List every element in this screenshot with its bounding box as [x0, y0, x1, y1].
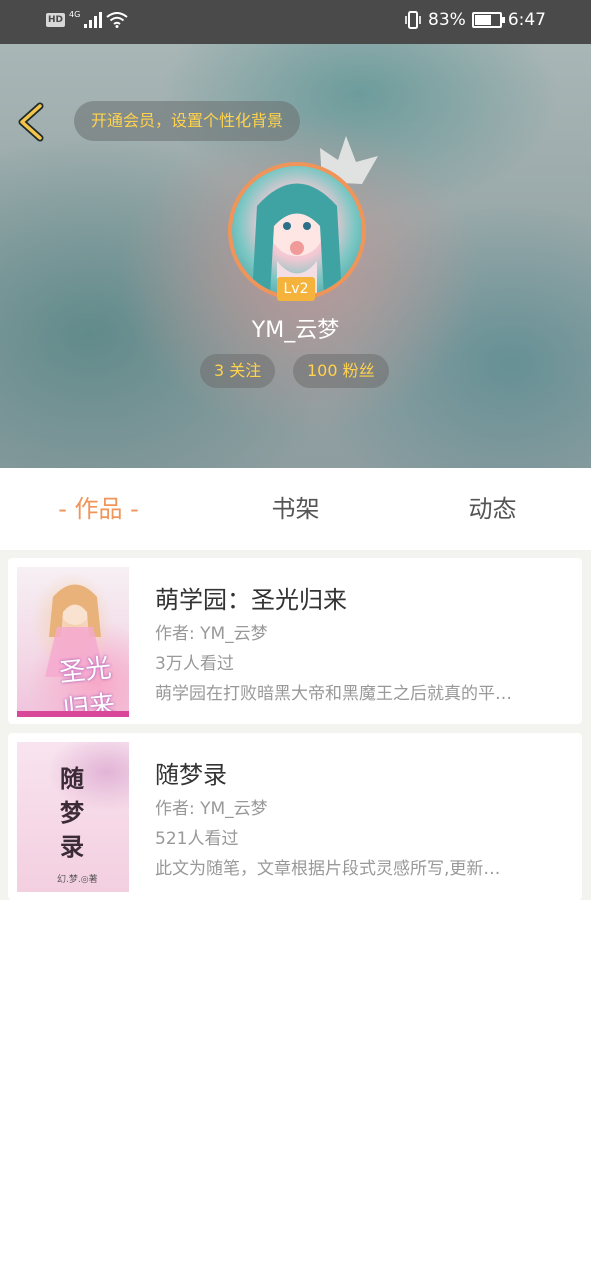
profile-tabs: - 作品 - 书架 动态	[0, 468, 591, 550]
tab-bookshelf[interactable]: 书架	[197, 468, 394, 550]
book-card[interactable]: 圣光归来 萌学园：圣光归来 作者: YM_云梦 3万人看过 萌学园在打败暗黑大帝…	[8, 558, 582, 724]
book-cover[interactable]: 圣光归来	[17, 567, 129, 717]
tab-works[interactable]: - 作品 -	[0, 468, 197, 550]
hd-icon: HD	[46, 13, 66, 27]
book-title[interactable]: 萌学园：圣光归来	[155, 580, 347, 615]
network-type: 4G	[69, 9, 81, 19]
book-views: 521人看过	[155, 829, 239, 849]
book-description: 此文为随笔，文章根据片段式灵感所写,更新…	[155, 859, 501, 879]
cover-signature: 幻.梦.◎著	[57, 875, 98, 885]
tab-activity[interactable]: 动态	[394, 468, 591, 550]
vibrate-icon	[405, 11, 421, 29]
book-author: 作者: YM_云梦	[155, 624, 268, 644]
book-author: 作者: YM_云梦	[155, 799, 268, 819]
chevron-left-icon[interactable]	[14, 100, 48, 144]
username: YM_云梦	[251, 318, 340, 343]
status-left: HD 4G	[46, 9, 128, 28]
followers-count-button[interactable]: 100 粉丝	[293, 354, 389, 388]
vip-background-button[interactable]: 开通会员，设置个性化背景	[74, 101, 301, 141]
book-cover[interactable]: 随梦录 幻.梦.◎著	[17, 742, 129, 892]
book-description: 萌学园在打败暗黑大帝和黑魔王之后就真的平…	[155, 684, 512, 704]
battery-percent: 83%	[428, 10, 466, 30]
level-badge: Lv2	[277, 277, 315, 301]
signal-icon	[84, 12, 103, 28]
battery-icon	[471, 12, 505, 28]
profile-header: 开通会员，设置个性化背景 Lv2 YM_云梦 3 关注 100 粉丝	[0, 44, 591, 468]
wifi-icon	[106, 12, 128, 28]
cover-title-art: 随梦录	[60, 764, 84, 861]
following-count-button[interactable]: 3 关注	[200, 354, 276, 388]
cover-strip	[17, 711, 129, 717]
book-title[interactable]: 随梦录	[155, 755, 227, 790]
status-bar: HD 4G 83% 6:47	[0, 0, 591, 44]
book-card[interactable]: 随梦录 幻.梦.◎著 随梦录 作者: YM_云梦 521人看过 此文为随笔，文章…	[8, 733, 582, 900]
status-right: 83% 6:47	[404, 10, 546, 30]
cover-title-art: 圣光归来	[57, 653, 117, 717]
clock: 6:47	[507, 10, 546, 30]
book-views: 3万人看过	[155, 654, 234, 674]
works-list: 圣光归来 萌学园：圣光归来 作者: YM_云梦 3万人看过 萌学园在打败暗黑大帝…	[0, 550, 591, 900]
